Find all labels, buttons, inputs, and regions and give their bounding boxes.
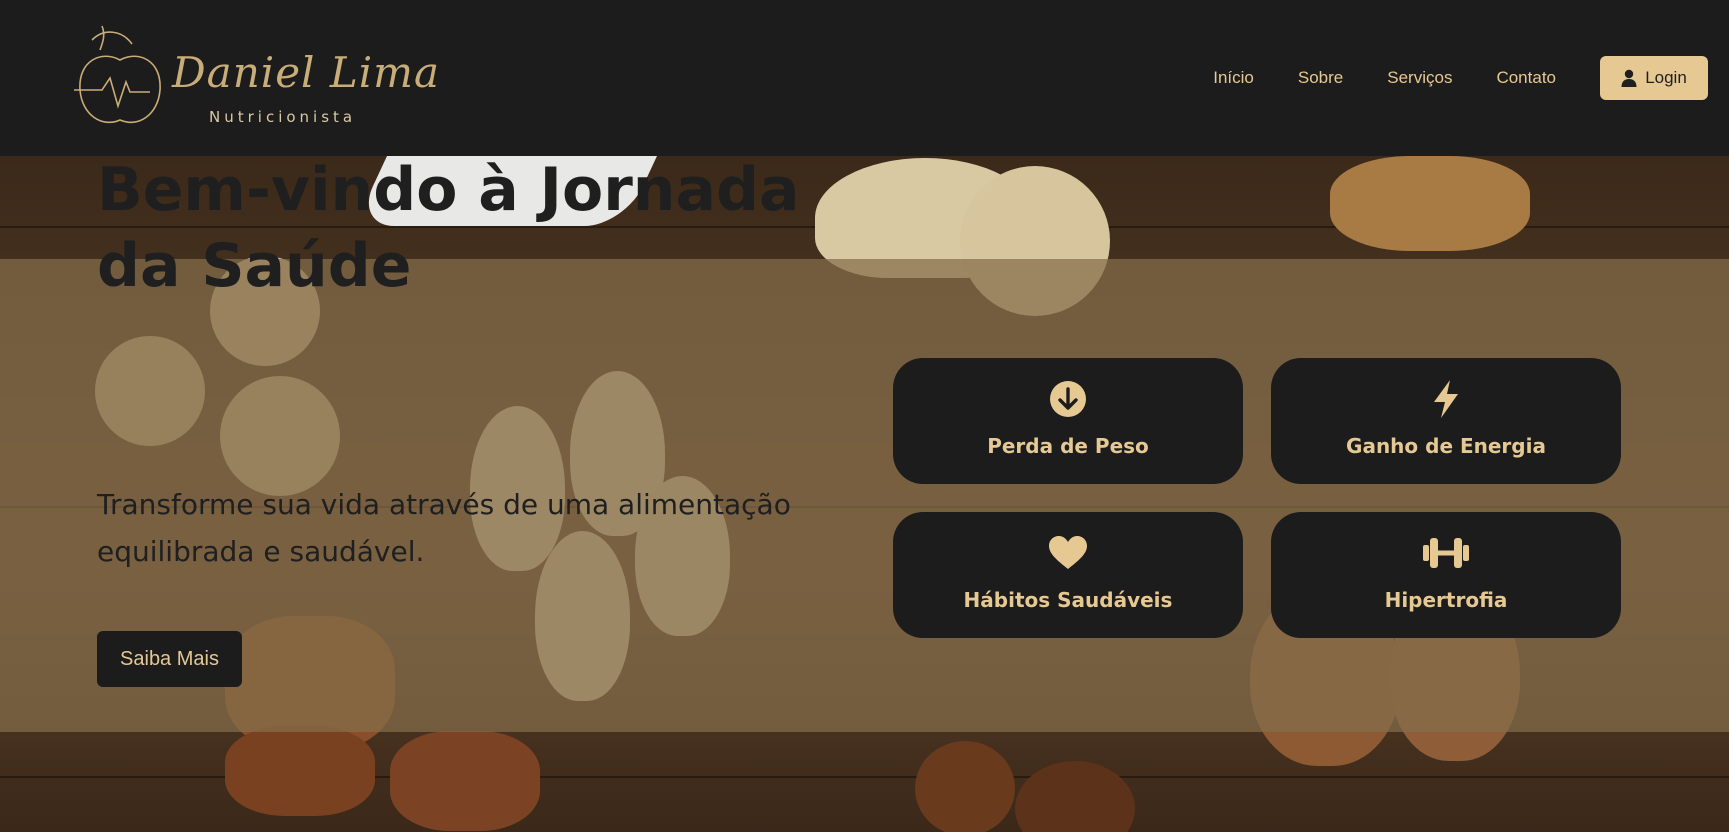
service-card-habitos-saudaveis[interactable]: Hábitos Saudáveis — [893, 512, 1243, 638]
heart-icon — [1049, 536, 1087, 569]
login-button[interactable]: Login — [1600, 56, 1708, 100]
service-label: Hipertrofia — [1384, 588, 1508, 612]
dumbbell-icon — [1423, 538, 1469, 568]
service-label: Hábitos Saudáveis — [963, 588, 1173, 612]
saiba-mais-button[interactable]: Saiba Mais — [97, 631, 242, 687]
user-icon — [1621, 69, 1637, 87]
site-header: Daniel Lima Nutricionista Início Sobre S… — [0, 0, 1729, 156]
arrow-down-circle-icon — [1050, 381, 1086, 417]
brand-logo[interactable]: Daniel Lima Nutricionista — [72, 20, 439, 132]
hazelnut-image — [1015, 761, 1135, 832]
pecan-image — [225, 726, 375, 816]
hero-subtitle: Transforme sua vida através de uma alime… — [97, 488, 791, 568]
bolt-icon — [1434, 380, 1458, 418]
nav-sobre[interactable]: Sobre — [1298, 68, 1343, 88]
hazelnut-image — [915, 741, 1015, 832]
hero-title: Bem-vindo à Jornada da Saúde — [97, 155, 800, 301]
apple-heartbeat-logo-icon — [74, 25, 161, 124]
nav-inicio[interactable]: Início — [1213, 68, 1254, 88]
service-label: Perda de Peso — [987, 434, 1149, 458]
service-card-perda-de-peso[interactable]: Perda de Peso — [893, 358, 1243, 484]
service-card-ganho-de-energia[interactable]: Ganho de Energia — [1271, 358, 1621, 484]
brand-name: Daniel Lima — [172, 48, 441, 97]
login-label: Login — [1645, 68, 1687, 87]
service-card-hipertrofia[interactable]: Hipertrofia — [1271, 512, 1621, 638]
brand-subtitle: Nutricionista — [209, 108, 357, 126]
walnut-image — [1330, 156, 1530, 251]
pecan-image — [390, 731, 540, 831]
service-label: Ganho de Energia — [1346, 434, 1546, 458]
nav-contato[interactable]: Contato — [1496, 68, 1556, 88]
nav-servicos[interactable]: Serviços — [1387, 68, 1452, 88]
main-nav: Início Sobre Serviços Contato Login — [1213, 55, 1729, 101]
